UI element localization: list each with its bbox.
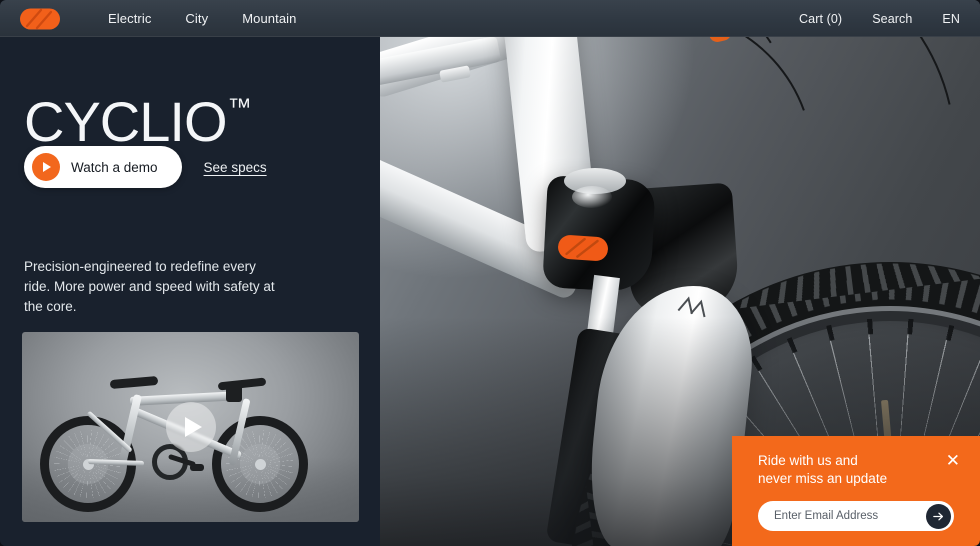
nav-item-city[interactable]: City	[185, 11, 208, 26]
watch-demo-button-label: Watch a demo	[71, 159, 158, 175]
play-icon	[32, 153, 60, 181]
page-title: CYCLIO ™	[24, 89, 252, 153]
product-video-thumbnail[interactable]	[22, 332, 359, 522]
thumb-pedal	[190, 464, 204, 471]
cyclio-logo-icon[interactable]	[20, 8, 60, 30]
nav-item-search[interactable]: Search	[872, 12, 912, 26]
fork-brand-badge-icon	[557, 231, 609, 264]
newsletter-form	[758, 501, 954, 531]
hero-description: Precision-engineered to redefine every r…	[24, 258, 275, 314]
top-navigation-bar: Electric City Mountain Cart (0) Search E…	[0, 0, 980, 37]
hero-cta-row: Watch a demo See specs	[24, 146, 267, 188]
newsletter-submit-button[interactable]	[926, 503, 951, 529]
watch-demo-button[interactable]: Watch a demo	[24, 146, 182, 188]
arrow-right-icon	[933, 512, 944, 520]
newsletter-header: Ride with us and never miss an update ✕	[758, 452, 962, 488]
email-input[interactable]	[772, 509, 926, 523]
nav-item-mountain[interactable]: Mountain	[242, 11, 296, 26]
thumb-saddle	[109, 375, 159, 390]
thumb-stem	[226, 384, 242, 402]
newsletter-signup-panel: Ride with us and never miss an update ✕	[732, 436, 980, 546]
fork-specular-highlight	[572, 186, 612, 208]
see-specs-link[interactable]: See specs	[204, 160, 267, 175]
thumb-handlebar	[217, 377, 267, 391]
primary-nav-links: Electric City Mountain	[108, 11, 297, 26]
thumb-front-wheel	[212, 416, 308, 512]
newsletter-title: Ride with us and never miss an update	[758, 453, 888, 486]
trademark-symbol: ™	[227, 93, 252, 121]
close-icon[interactable]: ✕	[946, 452, 960, 469]
nav-item-language[interactable]: EN	[942, 12, 960, 26]
secondary-nav-links: Cart (0) Search EN	[799, 12, 960, 26]
page-root: Electric City Mountain Cart (0) Search E…	[0, 0, 980, 546]
nav-item-cart[interactable]: Cart (0)	[799, 12, 842, 26]
thumbnail-play-button[interactable]	[165, 402, 216, 452]
page-title-text: CYCLIO	[24, 89, 227, 153]
nav-item-electric[interactable]: Electric	[108, 11, 151, 26]
